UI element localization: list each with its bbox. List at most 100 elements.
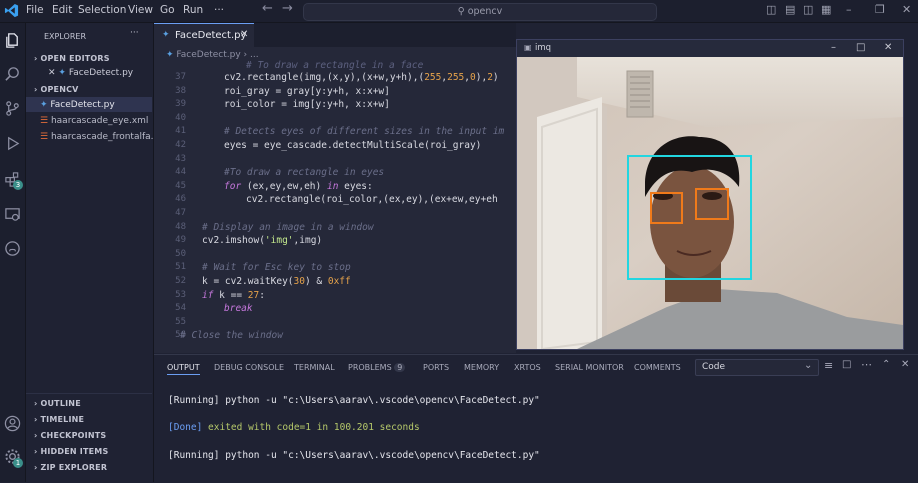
problems-count-badge: 9 bbox=[394, 363, 406, 372]
output-line-running-1: [Running] python -u "c:\Users\aarav\.vsc… bbox=[168, 395, 540, 406]
breadcrumb[interactable]: ✦ FaceDetect.py › ... bbox=[166, 50, 259, 60]
imq-window-icon: ▣ bbox=[524, 43, 532, 52]
explorer-sidebar: EXPLORER ··· › OPEN EDITORS ✕ ✦ FaceDete… bbox=[26, 23, 159, 482]
tab-close-icon[interactable]: ✕ bbox=[240, 29, 248, 40]
imq-minimize-icon[interactable]: – bbox=[831, 42, 836, 53]
remote-explorer-icon[interactable] bbox=[4, 206, 21, 223]
window-restore-icon[interactable]: ❐ bbox=[875, 3, 885, 16]
menu-view[interactable]: View bbox=[128, 4, 153, 16]
output-channel-dropdown[interactable]: Code ⌄ bbox=[695, 359, 819, 376]
toggle-secondary-sidebar-icon[interactable]: ◫ bbox=[803, 3, 813, 16]
line-number: 43 bbox=[175, 153, 186, 164]
code-partial-comment: # To draw a rectangle in a face bbox=[246, 60, 424, 71]
line-number: 45 bbox=[175, 180, 186, 191]
accounts-icon[interactable] bbox=[4, 415, 21, 432]
output-channel-value: Code bbox=[702, 362, 726, 372]
window-close-icon[interactable]: ✕ bbox=[902, 3, 911, 16]
command-center-search[interactable]: ⚲ opencv bbox=[303, 3, 657, 21]
code-line: for (ex,ey,ew,eh) in eyes: bbox=[224, 180, 373, 192]
tab-output[interactable]: OUTPUT bbox=[167, 363, 200, 375]
breadcrumb-file: FaceDetect.py bbox=[176, 50, 241, 60]
more-actions-icon[interactable]: ⋯ bbox=[861, 358, 872, 371]
line-number: 46 bbox=[175, 194, 186, 205]
line-number: 49 bbox=[175, 235, 186, 246]
manage-badge: 1 bbox=[13, 458, 23, 468]
window-minimize-icon[interactable]: – bbox=[846, 3, 852, 16]
open-editors-label: OPEN EDITORS bbox=[40, 54, 110, 63]
close-panel-icon[interactable]: ✕ bbox=[901, 359, 909, 370]
customize-layout-icon[interactable]: ▦ bbox=[821, 3, 831, 16]
vscode-logo-icon bbox=[4, 3, 19, 18]
checkpoints-section[interactable]: › CHECKPOINTS bbox=[34, 431, 106, 440]
line-number: 55 bbox=[175, 316, 186, 327]
toggle-sidebar-icon[interactable]: ◫ bbox=[766, 3, 776, 16]
imq-title: imq bbox=[535, 43, 552, 53]
maximize-panel-icon[interactable]: ⌃ bbox=[882, 359, 890, 370]
tab-xrtos[interactable]: XRTOS bbox=[514, 363, 541, 372]
search-view-icon[interactable] bbox=[4, 66, 21, 83]
air-vent bbox=[626, 70, 654, 118]
code-line: k = cv2.waitKey(30) & 0xff bbox=[202, 276, 351, 287]
tab-comments[interactable]: COMMENTS bbox=[634, 363, 681, 372]
github-icon[interactable] bbox=[4, 240, 21, 257]
section-divider bbox=[26, 393, 152, 394]
explorer-icon[interactable] bbox=[4, 32, 21, 49]
python-file-icon: ✦ bbox=[166, 50, 174, 60]
menu-selection[interactable]: Selection bbox=[78, 4, 126, 16]
toggle-panel-icon[interactable]: ▤ bbox=[785, 3, 795, 16]
opencv-folder-section[interactable]: › OPENCV bbox=[34, 85, 79, 94]
extensions-icon[interactable]: 3 bbox=[4, 171, 23, 190]
tab-facedetect[interactable]: ✦ FaceDetect.py ✕ bbox=[154, 23, 254, 48]
hidden-items-section[interactable]: › HIDDEN ITEMS bbox=[34, 447, 108, 456]
done-rest: exited with code=1 in 100.201 seconds bbox=[202, 422, 420, 433]
tab-terminal[interactable]: TERMINAL bbox=[294, 363, 335, 372]
tab-problems[interactable]: PROBLEMS 9 bbox=[348, 363, 406, 372]
tab-memory[interactable]: MEMORY bbox=[464, 363, 499, 372]
open-editors-section[interactable]: › OPEN EDITORS bbox=[34, 54, 110, 63]
done-tag: [Done] bbox=[168, 422, 203, 433]
clear-output-icon[interactable]: ≡ bbox=[824, 359, 833, 372]
menu-run[interactable]: Run bbox=[183, 4, 203, 16]
file-haarcascade-eye[interactable]: ☰ haarcascade_eye.xml bbox=[40, 116, 148, 126]
tab-serial-monitor[interactable]: SERIAL MONITOR bbox=[555, 363, 624, 372]
zip-explorer-section[interactable]: › ZIP EXPLORER bbox=[34, 463, 107, 472]
source-control-icon[interactable] bbox=[4, 100, 21, 117]
line-number: 50 bbox=[175, 248, 186, 259]
menu-edit[interactable]: Edit bbox=[52, 4, 72, 16]
tab-problems-label: PROBLEMS bbox=[348, 363, 392, 372]
python-file-icon: ✦ bbox=[162, 30, 170, 40]
search-text: opencv bbox=[467, 6, 503, 17]
close-icon[interactable]: ✕ bbox=[48, 68, 56, 78]
menu-file[interactable]: File bbox=[26, 4, 44, 16]
tab-debug-console[interactable]: DEBUG CONSOLE bbox=[214, 363, 284, 372]
line-number: 53 bbox=[175, 289, 186, 300]
code-line: cv2.imshow('img',img) bbox=[202, 235, 323, 247]
forward-arrow-icon[interactable]: → bbox=[282, 1, 293, 16]
tab-ports[interactable]: PORTS bbox=[423, 363, 449, 372]
manage-gear-icon[interactable]: 1 bbox=[4, 448, 23, 468]
line-number: 54 bbox=[175, 303, 186, 314]
timeline-section[interactable]: › TIMELINE bbox=[34, 415, 84, 424]
camera-feed bbox=[517, 57, 903, 349]
lock-scroll-icon[interactable]: □ bbox=[842, 359, 851, 370]
imq-title-bar[interactable]: ▣ imq – □ ✕ bbox=[517, 40, 903, 57]
file-facedetect[interactable]: ✦ FaceDetect.py bbox=[40, 100, 115, 110]
explorer-more-icon[interactable]: ··· bbox=[130, 28, 139, 38]
file-haarcascade-frontalface-label: haarcascade_frontalfa... bbox=[50, 132, 160, 142]
menu-go[interactable]: Go bbox=[160, 4, 175, 16]
imq-maximize-icon[interactable]: □ bbox=[856, 42, 865, 53]
code-editor[interactable]: ✦ FaceDetect.py › ... # To draw a rectan… bbox=[154, 47, 516, 353]
run-debug-icon[interactable] bbox=[4, 135, 21, 152]
menu-more[interactable]: ··· bbox=[214, 4, 224, 16]
outline-section[interactable]: › OUTLINE bbox=[34, 399, 81, 408]
line-number: 47 bbox=[175, 208, 186, 218]
imq-close-icon[interactable]: ✕ bbox=[884, 42, 892, 53]
imq-window[interactable]: ▣ imq – □ ✕ bbox=[516, 39, 904, 350]
line-number: 44 bbox=[175, 167, 186, 178]
open-editor-item[interactable]: ✕ ✦ FaceDetect.py bbox=[48, 68, 133, 78]
back-arrow-icon[interactable]: ← bbox=[262, 1, 273, 16]
code-line: # Display an image in a window bbox=[202, 221, 374, 233]
file-haarcascade-frontalface[interactable]: ☰ haarcascade_frontalfa... bbox=[40, 132, 159, 142]
bottom-panel: OUTPUT DEBUG CONSOLE TERMINAL PROBLEMS 9… bbox=[154, 354, 918, 483]
xml-file-icon: ☰ bbox=[40, 132, 49, 142]
